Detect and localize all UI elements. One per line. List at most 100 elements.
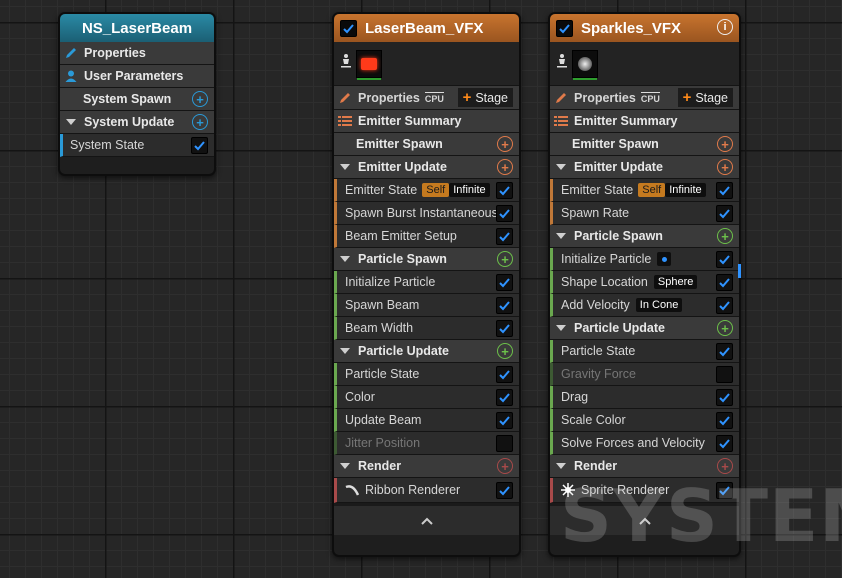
sparkles-particle-update-row[interactable]: Particle Update + [550, 317, 739, 340]
module-row[interactable]: Add Velocity In Cone [550, 294, 739, 317]
sparkles-emitter-spawn-row[interactable]: Emitter Spawn + [550, 133, 739, 156]
laserbeam-emitter-node[interactable]: LaserBeam_VFX Properties CPU + Stage Emit… [332, 12, 521, 557]
module-enable-checkbox[interactable] [496, 297, 513, 314]
add-emitter-spawn-module-icon[interactable]: + [497, 136, 513, 152]
renderer-enable-checkbox[interactable] [496, 482, 513, 499]
module-row[interactable]: Initialize Particle [550, 248, 739, 271]
value-chip[interactable]: Infinite [665, 183, 706, 197]
module-row[interactable]: Drag [550, 386, 739, 409]
system-node-header[interactable]: NS_LaserBeam [60, 14, 214, 42]
sparkles-emitter-update-row[interactable]: Emitter Update + [550, 156, 739, 179]
collapse-arrow-icon[interactable] [66, 119, 76, 125]
add-emitter-update-module-icon[interactable]: + [497, 159, 513, 175]
add-system-update-module-icon[interactable]: + [192, 114, 208, 130]
module-row[interactable]: Spawn Rate [550, 202, 739, 225]
collapse-arrow-icon[interactable] [340, 348, 350, 354]
system-state-checkbox[interactable] [191, 137, 208, 154]
renderer-row[interactable]: Ribbon Renderer [334, 478, 519, 503]
value-chip[interactable]: In Cone [635, 298, 683, 312]
collapse-arrow-icon[interactable] [340, 164, 350, 170]
module-enable-checkbox[interactable] [716, 366, 733, 383]
module-enable-checkbox[interactable] [716, 182, 733, 199]
module-enable-checkbox[interactable] [496, 228, 513, 245]
collapse-arrow-icon[interactable] [340, 463, 350, 469]
add-particle-update-module-icon[interactable]: + [717, 320, 733, 336]
info-icon[interactable]: i [717, 19, 733, 35]
system-state-module[interactable]: System State [60, 134, 214, 157]
module-enable-checkbox[interactable] [496, 435, 513, 452]
module-enable-checkbox[interactable] [496, 366, 513, 383]
sparkles-properties-row[interactable]: Properties CPU + Stage [550, 86, 739, 110]
system-update-row[interactable]: System Update + [60, 111, 214, 134]
sparkles-preview-thumbnail[interactable] [572, 49, 598, 80]
collapse-arrow-icon[interactable] [556, 164, 566, 170]
laserbeam-particle-spawn-row[interactable]: Particle Spawn + [334, 248, 519, 271]
system-node[interactable]: NS_LaserBeam Properties User Parameters … [58, 12, 216, 176]
add-emitter-update-module-icon[interactable]: + [717, 159, 733, 175]
sparkles-header[interactable]: Sparkles_VFX i [550, 14, 739, 42]
module-enable-checkbox[interactable] [496, 320, 513, 337]
add-particle-spawn-module-icon[interactable]: + [717, 228, 733, 244]
module-row[interactable]: Particle State [550, 340, 739, 363]
module-enable-checkbox[interactable] [496, 182, 513, 199]
collapse-arrow-icon[interactable] [556, 233, 566, 239]
emitter-enable-checkbox[interactable] [556, 19, 573, 37]
add-emitter-spawn-module-icon[interactable]: + [717, 136, 733, 152]
module-enable-checkbox[interactable] [716, 205, 733, 222]
module-row[interactable]: Initialize Particle [334, 271, 519, 294]
laserbeam-emitter-summary-row[interactable]: Emitter Summary [334, 110, 519, 133]
module-row[interactable]: Update Beam [334, 409, 519, 432]
collapse-node-button[interactable] [334, 503, 519, 535]
collapse-arrow-icon[interactable] [340, 256, 350, 262]
sparkles-render-row[interactable]: Render + [550, 455, 739, 478]
module-row[interactable]: Spawn Burst Instantaneous [334, 202, 519, 225]
module-enable-checkbox[interactable] [716, 297, 733, 314]
module-enable-checkbox[interactable] [496, 389, 513, 406]
module-enable-checkbox[interactable] [716, 251, 733, 268]
module-enable-checkbox[interactable] [496, 274, 513, 291]
isolate-icon[interactable] [340, 53, 352, 74]
module-row[interactable]: Jitter Position [334, 432, 519, 455]
module-enable-checkbox[interactable] [716, 389, 733, 406]
module-row[interactable]: Gravity Force [550, 363, 739, 386]
sparkles-add-stage-button[interactable]: + Stage [677, 88, 733, 107]
module-row[interactable]: Particle State [334, 363, 519, 386]
add-system-spawn-module-icon[interactable]: + [192, 91, 208, 107]
module-row[interactable]: Shape Location Sphere [550, 271, 739, 294]
module-row[interactable]: Scale Color [550, 409, 739, 432]
collapse-node-button[interactable] [550, 503, 739, 535]
module-row[interactable]: Beam Width [334, 317, 519, 340]
module-enable-checkbox[interactable] [716, 274, 733, 291]
renderer-row[interactable]: Sprite Renderer [550, 478, 739, 503]
module-enable-checkbox[interactable] [496, 205, 513, 222]
sparkles-particle-spawn-row[interactable]: Particle Spawn + [550, 225, 739, 248]
sparkles-emitter-summary-row[interactable]: Emitter Summary [550, 110, 739, 133]
laserbeam-particle-update-row[interactable]: Particle Update + [334, 340, 519, 363]
module-row[interactable]: Beam Emitter Setup [334, 225, 519, 248]
module-row[interactable]: Emitter State Self Infinite [334, 179, 519, 202]
laserbeam-add-stage-button[interactable]: + Stage [457, 88, 513, 107]
module-enable-checkbox[interactable] [716, 343, 733, 360]
value-chip[interactable]: Sphere [653, 275, 698, 289]
value-chip[interactable]: Infinite [449, 183, 490, 197]
system-spawn-row[interactable]: System Spawn + [60, 88, 214, 111]
collapse-arrow-icon[interactable] [556, 463, 566, 469]
add-particle-update-module-icon[interactable]: + [497, 343, 513, 359]
laserbeam-emitter-update-row[interactable]: Emitter Update + [334, 156, 519, 179]
module-row[interactable]: Color [334, 386, 519, 409]
dot-indicator-icon[interactable] [657, 252, 672, 266]
module-enable-checkbox[interactable] [716, 412, 733, 429]
add-renderer-icon[interactable]: + [497, 458, 513, 474]
renderer-enable-checkbox[interactable] [716, 482, 733, 499]
laserbeam-preview-thumbnail[interactable] [356, 49, 382, 80]
emitter-enable-checkbox[interactable] [340, 19, 357, 37]
collapse-arrow-icon[interactable] [556, 325, 566, 331]
module-row[interactable]: Spawn Beam [334, 294, 519, 317]
user-parameters-row[interactable]: User Parameters [60, 65, 214, 88]
add-renderer-icon[interactable]: + [717, 458, 733, 474]
laserbeam-properties-row[interactable]: Properties CPU + Stage [334, 86, 519, 110]
sparkles-emitter-node[interactable]: Sparkles_VFX i Properties CPU + Stage Emi… [548, 12, 741, 557]
isolate-icon[interactable] [556, 53, 568, 74]
module-enable-checkbox[interactable] [716, 435, 733, 452]
module-enable-checkbox[interactable] [496, 412, 513, 429]
